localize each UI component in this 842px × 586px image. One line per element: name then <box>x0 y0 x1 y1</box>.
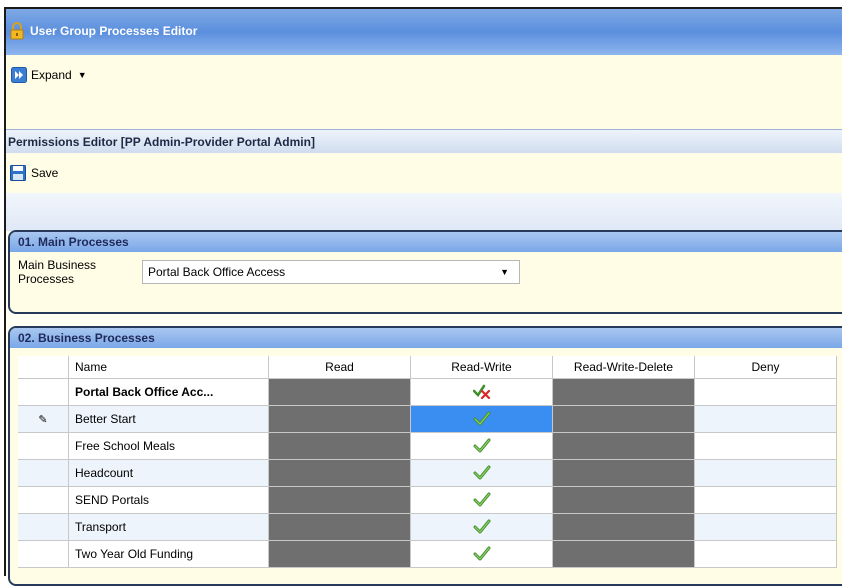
cell-read-write[interactable] <box>410 432 553 460</box>
cell-read <box>268 459 411 487</box>
cell-read <box>268 486 411 514</box>
cell-name[interactable]: Better Start <box>68 405 269 433</box>
cell-read-write-delete <box>552 459 695 487</box>
column-header-deny[interactable]: Deny <box>694 356 837 379</box>
cell-read-write-delete <box>552 405 695 433</box>
column-header-read[interactable]: Read <box>268 356 411 379</box>
business-processes-panel: 02. Business Processes Name Read Read-Wr… <box>8 326 842 586</box>
cell-read-write[interactable] <box>410 486 553 514</box>
lock-icon <box>10 22 24 40</box>
cell-read <box>268 378 411 406</box>
cell-name[interactable]: SEND Portals <box>68 486 269 514</box>
main-processes-header-label: 01. Main Processes <box>18 235 129 249</box>
row-selector[interactable] <box>18 486 69 514</box>
expand-button[interactable]: Expand ▼ <box>11 65 87 85</box>
main-business-processes-select[interactable]: Portal Back Office Access ▼ <box>142 260 520 284</box>
save-icon <box>10 165 26 181</box>
cell-name[interactable]: Portal Back Office Acc... <box>68 378 269 406</box>
chevron-down-icon: ▼ <box>77 70 87 80</box>
check-icon <box>473 438 491 456</box>
partial-icon <box>472 384 491 402</box>
check-icon <box>473 411 491 429</box>
cell-read <box>268 405 411 433</box>
main-business-processes-label: Main Business Processes <box>18 258 97 286</box>
check-icon <box>473 465 491 483</box>
cell-read-write[interactable] <box>410 540 553 568</box>
expand-label: Expand <box>31 68 72 82</box>
main-processes-panel: 01. Main Processes Main Business Process… <box>8 230 842 314</box>
row-selector[interactable] <box>18 378 69 406</box>
business-processes-header-label: 02. Business Processes <box>18 331 155 345</box>
cell-read-write-delete <box>552 540 695 568</box>
cell-read <box>268 540 411 568</box>
row-selector[interactable] <box>18 459 69 487</box>
save-label: Save <box>31 166 59 180</box>
row-selector[interactable] <box>18 432 69 460</box>
table-row[interactable]: Portal Back Office Acc... <box>18 378 837 406</box>
save-toolbar: Save <box>6 153 842 193</box>
column-header-name[interactable]: Name <box>68 356 269 379</box>
chevron-down-icon[interactable]: ▼ <box>500 267 509 277</box>
cell-name[interactable]: Transport <box>68 513 269 541</box>
permissions-header: Permissions Editor [PP Admin-Provider Po… <box>6 129 842 154</box>
cell-deny[interactable] <box>694 486 837 514</box>
column-header-read-write[interactable]: Read-Write <box>410 356 553 379</box>
expand-icon <box>11 67 27 83</box>
cell-read-write-delete <box>552 432 695 460</box>
cell-deny[interactable] <box>694 405 837 433</box>
cell-read-write[interactable] <box>410 513 553 541</box>
cell-name[interactable]: Headcount <box>68 459 269 487</box>
column-header-read-write-delete[interactable]: Read-Write-Delete <box>552 356 695 379</box>
cell-deny[interactable] <box>694 513 837 541</box>
cell-read <box>268 513 411 541</box>
cell-read-write[interactable] <box>410 378 553 406</box>
main-processes-header: 01. Main Processes <box>10 232 842 252</box>
table-row[interactable]: Two Year Old Funding <box>18 540 837 568</box>
cell-read-write-delete <box>552 513 695 541</box>
business-processes-grid: Name Read Read-Write Read-Write-Delete D… <box>18 356 837 568</box>
row-selector[interactable] <box>18 540 69 568</box>
cell-read-write-delete <box>552 486 695 514</box>
business-processes-header: 02. Business Processes <box>10 328 842 348</box>
check-icon <box>473 519 491 537</box>
permissions-title: Permissions Editor [PP Admin-Provider Po… <box>8 135 315 149</box>
table-row[interactable]: SEND Portals <box>18 486 837 514</box>
cell-name[interactable]: Two Year Old Funding <box>68 540 269 568</box>
row-selector[interactable] <box>18 513 69 541</box>
table-row[interactable]: Transport <box>18 513 837 541</box>
cell-read-write[interactable] <box>410 459 553 487</box>
table-row[interactable]: Headcount <box>18 459 837 487</box>
cell-name[interactable]: Free School Meals <box>68 432 269 460</box>
row-selector-header <box>18 356 69 379</box>
cell-deny[interactable] <box>694 432 837 460</box>
table-row[interactable]: Free School Meals <box>18 432 837 460</box>
cell-read <box>268 432 411 460</box>
pencil-icon: ✎ <box>38 414 48 426</box>
title-bar: User Group Processes Editor <box>6 9 842 55</box>
cell-deny[interactable] <box>694 378 837 406</box>
selected-process: Portal Back Office Access <box>148 265 286 279</box>
check-icon <box>473 492 491 510</box>
save-button[interactable]: Save <box>10 165 58 181</box>
window-title: User Group Processes Editor <box>30 24 198 38</box>
row-selector[interactable]: ✎ <box>18 405 69 433</box>
cell-deny[interactable] <box>694 459 837 487</box>
cell-read-write-delete <box>552 378 695 406</box>
expand-toolbar: Expand ▼ <box>6 55 842 129</box>
cell-deny[interactable] <box>694 540 837 568</box>
table-row[interactable]: ✎ Better Start <box>18 405 837 433</box>
spacer-band <box>6 193 842 231</box>
cell-read-write[interactable] <box>410 405 553 433</box>
check-icon <box>473 546 491 564</box>
grid-header-row: Name Read Read-Write Read-Write-Delete D… <box>18 356 837 379</box>
